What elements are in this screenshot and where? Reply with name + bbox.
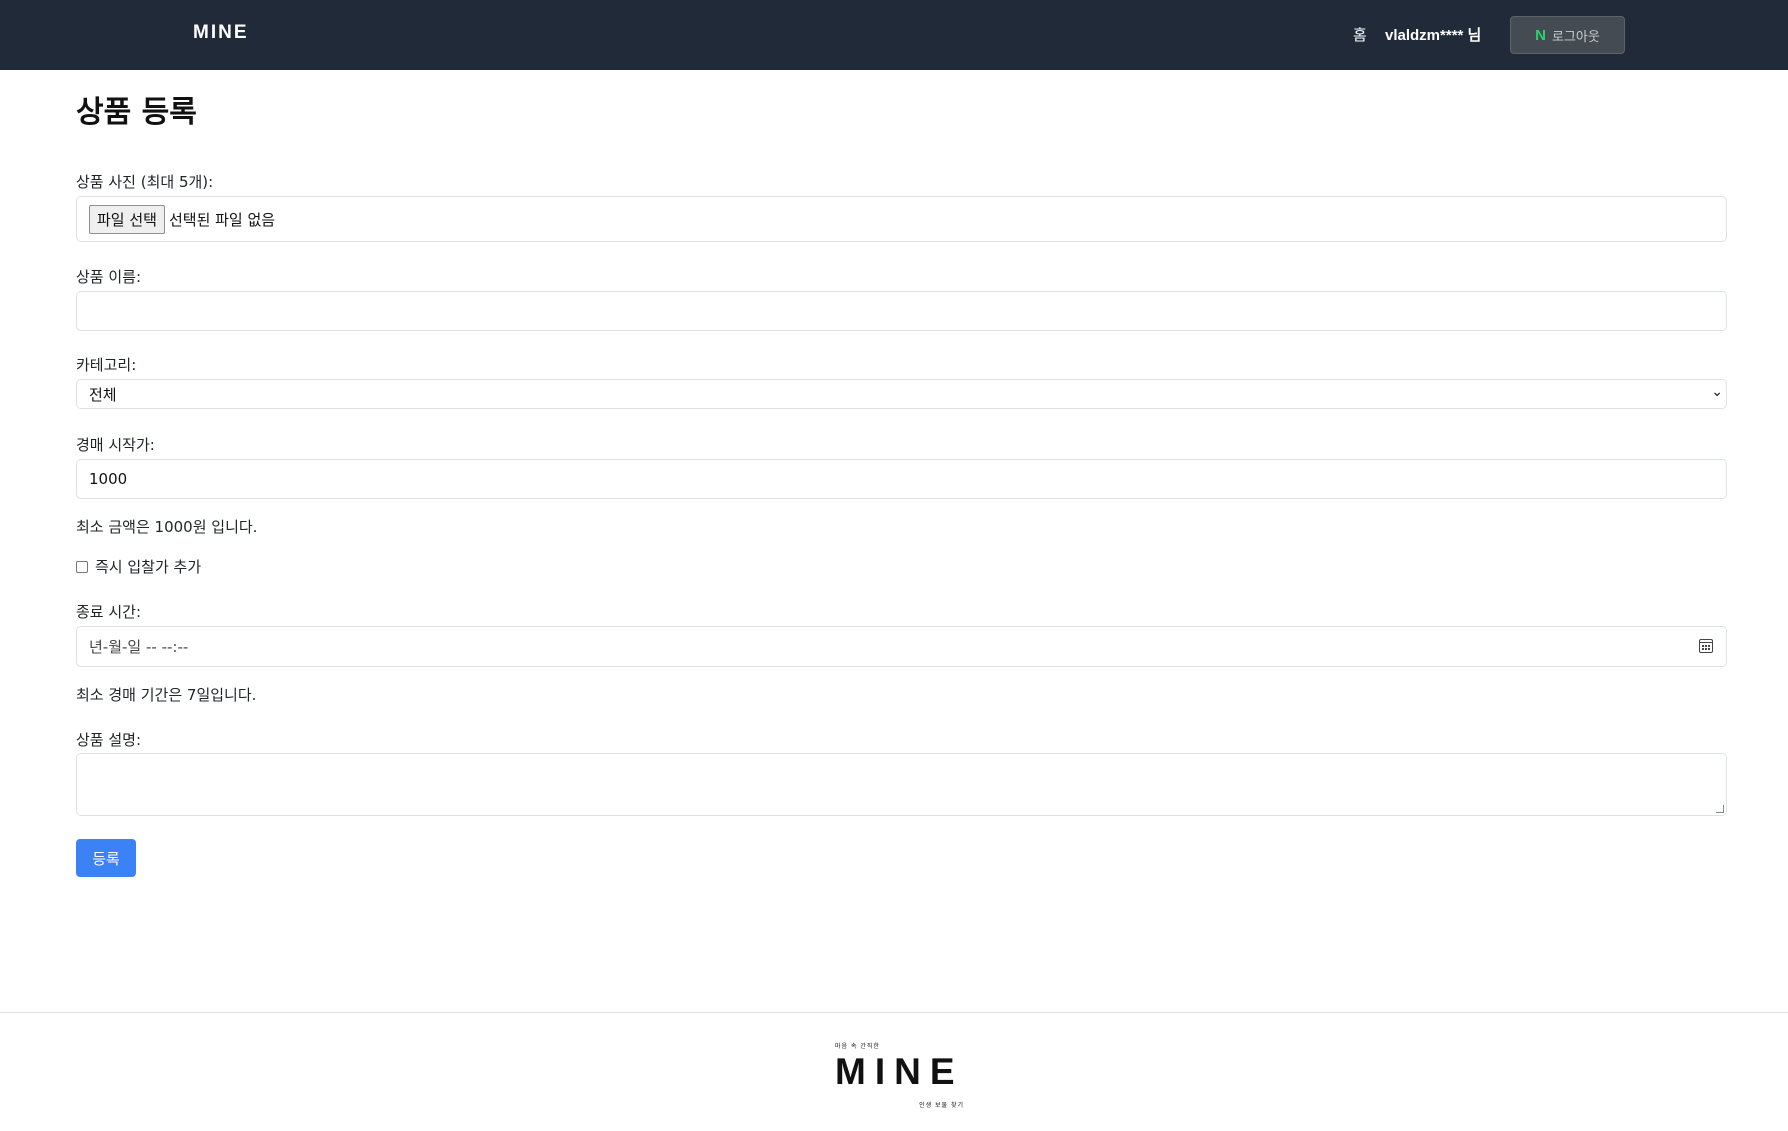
category-selected-value: 전체 (89, 385, 117, 404)
top-navbar: MINE 홈 vlaldzm**** 님 N 로그아웃 (0, 0, 1788, 70)
instant-bid-label[interactable]: 즉시 입찰가 추가 (95, 556, 201, 577)
photo-file-input[interactable]: 파일 선택 선택된 파일 없음 (76, 196, 1727, 242)
photos-label: 상품 사진 (최대 5개): (76, 173, 214, 191)
start-price-input[interactable]: 1000 (76, 459, 1727, 499)
end-time-input[interactable]: 년-월-일 -- --:-- (76, 626, 1727, 667)
calendar-icon[interactable] (1699, 639, 1713, 653)
file-select-button[interactable]: 파일 선택 (89, 204, 165, 234)
user-greeting: vlaldzm**** 님 (1385, 27, 1482, 44)
naver-icon: N (1535, 26, 1546, 44)
submit-button[interactable]: 등록 (76, 839, 136, 877)
category-select[interactable]: 전체 ⌄ (76, 379, 1727, 409)
start-price-value: 1000 (89, 470, 128, 488)
page-title: 상품 등록 (76, 95, 197, 130)
nav-home-link[interactable]: 홈 (1353, 24, 1367, 45)
min-price-note: 최소 금액은 1000원 입니다. (76, 518, 258, 536)
logout-label: 로그아웃 (1552, 29, 1600, 45)
file-status-text: 선택된 파일 없음 (168, 210, 276, 229)
category-label: 카테고리: (76, 356, 137, 374)
chevron-down-icon: ⌄ (1711, 384, 1723, 400)
product-name-input[interactable] (76, 291, 1727, 331)
instant-bid-row: 즉시 입찰가 추가 (76, 556, 201, 577)
footer-divider (0, 1012, 1788, 1013)
footer-logo-tagline-top: 마음 속 간직한 (835, 1043, 880, 1050)
description-textarea[interactable] (76, 753, 1727, 816)
min-period-note: 최소 경매 기간은 7일입니다. (76, 686, 257, 704)
logout-button[interactable]: N 로그아웃 (1510, 16, 1625, 54)
end-time-placeholder: 년-월-일 -- --:-- (89, 638, 189, 656)
brand-logo[interactable]: MINE (193, 22, 249, 44)
start-price-label: 경매 시작가: (76, 436, 155, 454)
instant-bid-checkbox[interactable] (76, 560, 88, 573)
end-time-label: 종료 시간: (76, 603, 142, 621)
footer-logo-tagline-bottom: 인생 보물 찾기 (919, 1102, 964, 1109)
footer-logo: 마음 속 간직한 MINE 인생 보물 찾기 (835, 1041, 970, 1111)
description-label: 상품 설명: (76, 731, 142, 749)
footer-logo-wordmark: MINE (835, 1051, 964, 1092)
product-name-label: 상품 이름: (76, 268, 142, 286)
resize-handle-icon[interactable] (1716, 805, 1724, 813)
